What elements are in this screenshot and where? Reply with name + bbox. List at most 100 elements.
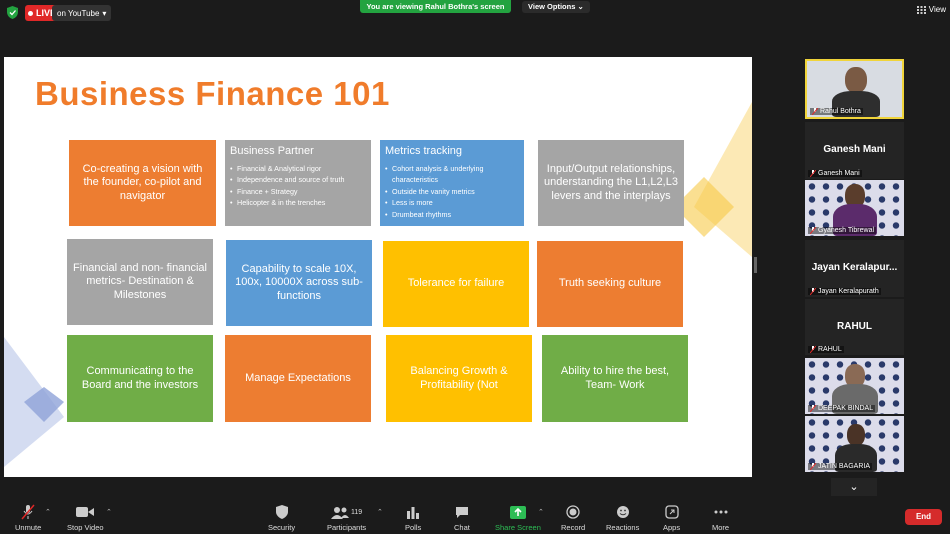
card-capability-scale: Capability to scale 10X, 100x, 10000X ac… bbox=[226, 240, 372, 326]
bullet-item: Helicopter & in the trenches bbox=[230, 197, 366, 209]
chevron-up-icon[interactable]: ⌃ bbox=[377, 508, 383, 516]
polls-label: Polls bbox=[405, 523, 422, 532]
participant-tile-rahul[interactable]: RAHUL RAHUL bbox=[805, 299, 904, 355]
video-camera-icon bbox=[76, 507, 95, 517]
reactions-icon bbox=[616, 506, 629, 518]
chevron-up-icon[interactable]: ⌃ bbox=[538, 508, 544, 516]
security-button[interactable]: Security bbox=[268, 504, 295, 532]
view-button[interactable]: View bbox=[916, 5, 946, 14]
stop-video-button[interactable]: Stop Video bbox=[67, 504, 104, 532]
bullet-item: Independence and source of truth bbox=[230, 174, 366, 186]
youtube-label: on YouTube bbox=[57, 8, 100, 18]
record-button[interactable]: Record bbox=[561, 504, 585, 532]
slide-title: Business Finance 101 bbox=[35, 75, 390, 112]
chevron-up-icon[interactable]: ⌃ bbox=[106, 508, 112, 516]
card-manage-expectations: Manage Expectations bbox=[225, 335, 371, 422]
more-button[interactable]: More bbox=[712, 504, 729, 532]
record-icon bbox=[566, 505, 580, 519]
participant-tile-gyanesh[interactable]: Gyanesh Tibrewal bbox=[805, 180, 904, 236]
mic-muted-icon bbox=[21, 504, 35, 520]
card-metrics-tracking: Metrics tracking Cohort analysis & under… bbox=[380, 140, 524, 226]
participant-name: RAHUL bbox=[808, 346, 844, 353]
card-tolerance-failure: Tolerance for failure bbox=[383, 241, 529, 327]
bullet-list: Cohort analysis & underlying characteris… bbox=[385, 163, 519, 221]
top-bar: LIVE on YouTube ▾ You are viewing Rahul … bbox=[0, 0, 950, 26]
bullet-item: Less is more bbox=[385, 197, 519, 209]
mic-muted-icon bbox=[810, 288, 816, 295]
scroll-down-button[interactable]: ⌄ bbox=[831, 478, 877, 496]
chevron-down-icon: ⌄ bbox=[577, 2, 584, 11]
apps-icon bbox=[664, 505, 679, 519]
card-hire-best: Ability to hire the best, Team- Work bbox=[542, 335, 688, 422]
participant-name: Ganesh Mani bbox=[808, 170, 862, 177]
participants-label: Participants bbox=[327, 523, 367, 532]
mic-muted-icon bbox=[810, 405, 816, 412]
card-heading: Metrics tracking bbox=[385, 145, 463, 157]
reactions-button[interactable]: Reactions bbox=[606, 504, 639, 532]
bullet-item: Finance + Strategy bbox=[230, 186, 366, 198]
share-screen-button[interactable]: Share Screen bbox=[495, 504, 541, 532]
participant-face bbox=[847, 424, 865, 446]
participant-name: Gyanesh Tibrewal bbox=[808, 227, 877, 234]
mic-muted-icon bbox=[810, 227, 816, 234]
participant-display-name: RAHUL bbox=[837, 321, 872, 332]
participant-tile-ganesh[interactable]: Ganesh Mani Ganesh Mani bbox=[805, 122, 904, 179]
view-label: View bbox=[928, 5, 946, 14]
participant-name-label: Ganesh Mani bbox=[818, 170, 860, 177]
mic-muted-icon bbox=[810, 463, 816, 470]
chat-icon bbox=[455, 506, 468, 518]
splitter-handle[interactable] bbox=[754, 257, 757, 273]
chevron-down-icon: ⌄ bbox=[849, 481, 859, 493]
card-heading: Business Partner bbox=[230, 145, 314, 157]
participants-icon bbox=[331, 506, 349, 519]
participant-name-label: Gyanesh Tibrewal bbox=[818, 227, 875, 234]
mic-muted-icon bbox=[810, 170, 816, 177]
view-options-label: View Options bbox=[528, 2, 576, 11]
mic-muted-icon bbox=[812, 108, 818, 115]
shield-icon bbox=[275, 505, 288, 519]
participants-count: 119 bbox=[351, 508, 363, 516]
share-screen-label: Share Screen bbox=[495, 523, 541, 532]
apps-button[interactable]: Apps bbox=[663, 504, 680, 532]
chevron-down-icon: ▾ bbox=[102, 8, 107, 18]
participants-button[interactable]: 119 Participants bbox=[327, 504, 366, 532]
apps-label: Apps bbox=[663, 523, 681, 532]
live-dot-icon bbox=[28, 10, 33, 16]
participant-display-name: Jayan Keralapur... bbox=[811, 262, 898, 273]
reactions-label: Reactions bbox=[606, 523, 640, 532]
security-label: Security bbox=[268, 523, 296, 532]
participant-name: Rahul Bothra bbox=[810, 108, 863, 115]
card-vision: Co-creating a vision with the founder, c… bbox=[69, 140, 216, 226]
view-options-button[interactable]: View Options ⌄ bbox=[522, 1, 590, 13]
meeting-toolbar: Unmute ⌃ Stop Video ⌃ Security 119 Parti… bbox=[0, 500, 950, 534]
participant-name: Jayan Keralapurath bbox=[808, 288, 881, 295]
participant-name: DEEPAK BINDAL bbox=[808, 405, 876, 412]
viewing-banner: You are viewing Rahul Bothra's screen bbox=[360, 0, 511, 13]
speaker-video-tile[interactable]: Rahul Bothra bbox=[805, 59, 904, 119]
more-icon bbox=[714, 510, 728, 514]
participant-name-label: Rahul Bothra bbox=[820, 108, 861, 115]
bullet-item: Outside the vanity metrics bbox=[385, 186, 519, 198]
shield-icon[interactable] bbox=[7, 6, 18, 19]
more-label: More bbox=[712, 523, 730, 532]
card-balancing-growth: Balancing Growth & Profitability (Not bbox=[386, 335, 532, 422]
card-truth-seeking: Truth seeking culture bbox=[537, 241, 683, 327]
polls-icon bbox=[407, 506, 420, 519]
participant-tile-jatin[interactable]: JATIN BAGARIA bbox=[805, 416, 904, 472]
chat-button[interactable]: Chat bbox=[454, 504, 470, 532]
card-communicating-board: Communicating to the Board and the inves… bbox=[67, 335, 213, 422]
participant-tile-jayan[interactable]: Jayan Keralapur... Jayan Keralapurath bbox=[805, 240, 904, 297]
participant-name-label: Jayan Keralapurath bbox=[818, 288, 879, 295]
participant-name-label: RAHUL bbox=[818, 346, 842, 353]
chevron-up-icon[interactable]: ⌃ bbox=[45, 508, 51, 516]
unmute-button[interactable]: Unmute bbox=[15, 504, 41, 532]
end-meeting-button[interactable]: End bbox=[905, 509, 942, 525]
participant-name-label: JATIN BAGARIA bbox=[818, 463, 870, 470]
record-label: Record bbox=[561, 523, 586, 532]
shared-screen-slide: Business Finance 101 Co-creating a visio… bbox=[4, 57, 752, 477]
zoom-meeting-window: LIVE on YouTube ▾ You are viewing Rahul … bbox=[0, 0, 950, 534]
share-screen-icon bbox=[509, 505, 526, 519]
youtube-stream-dropdown[interactable]: on YouTube ▾ bbox=[52, 5, 112, 21]
polls-button[interactable]: Polls bbox=[405, 504, 421, 532]
participant-tile-deepak[interactable]: DEEPAK BINDAL bbox=[805, 358, 904, 414]
